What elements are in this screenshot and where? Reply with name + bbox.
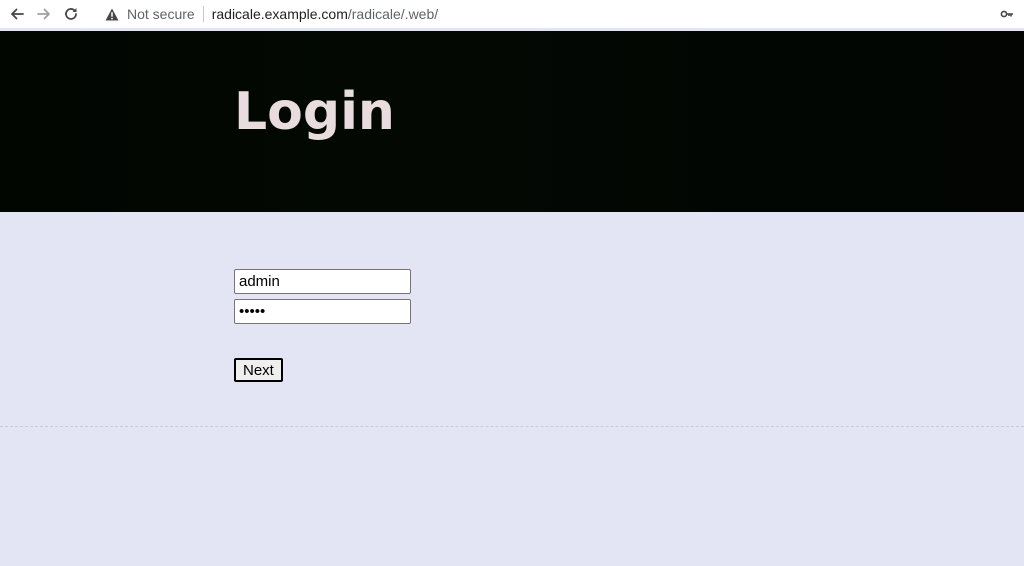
warning-icon[interactable] [105,8,119,21]
url-host: radicale.example.com [211,6,348,22]
forward-arrow-icon[interactable] [33,3,55,25]
header-banner: Login [0,31,1024,212]
key-icon[interactable] [1000,6,1014,25]
security-status[interactable]: Not secure [127,6,195,22]
url-text[interactable]: radicale.example.com/radicale/.web/ [212,6,438,22]
password-input[interactable] [234,299,411,324]
next-button[interactable]: Next [234,358,283,382]
address-separator [202,6,204,22]
page-divider [0,426,1024,427]
page-title: Login [234,82,395,142]
back-arrow-icon[interactable] [6,3,28,25]
address-bar[interactable]: Not secure radicale.example.com/radicale… [97,1,1017,27]
reload-icon[interactable] [60,3,82,25]
browser-toolbar: Not secure radicale.example.com/radicale… [0,0,1024,28]
url-path: /radicale/.web/ [347,6,439,22]
username-input[interactable] [234,269,411,294]
login-form: Next [234,269,411,382]
